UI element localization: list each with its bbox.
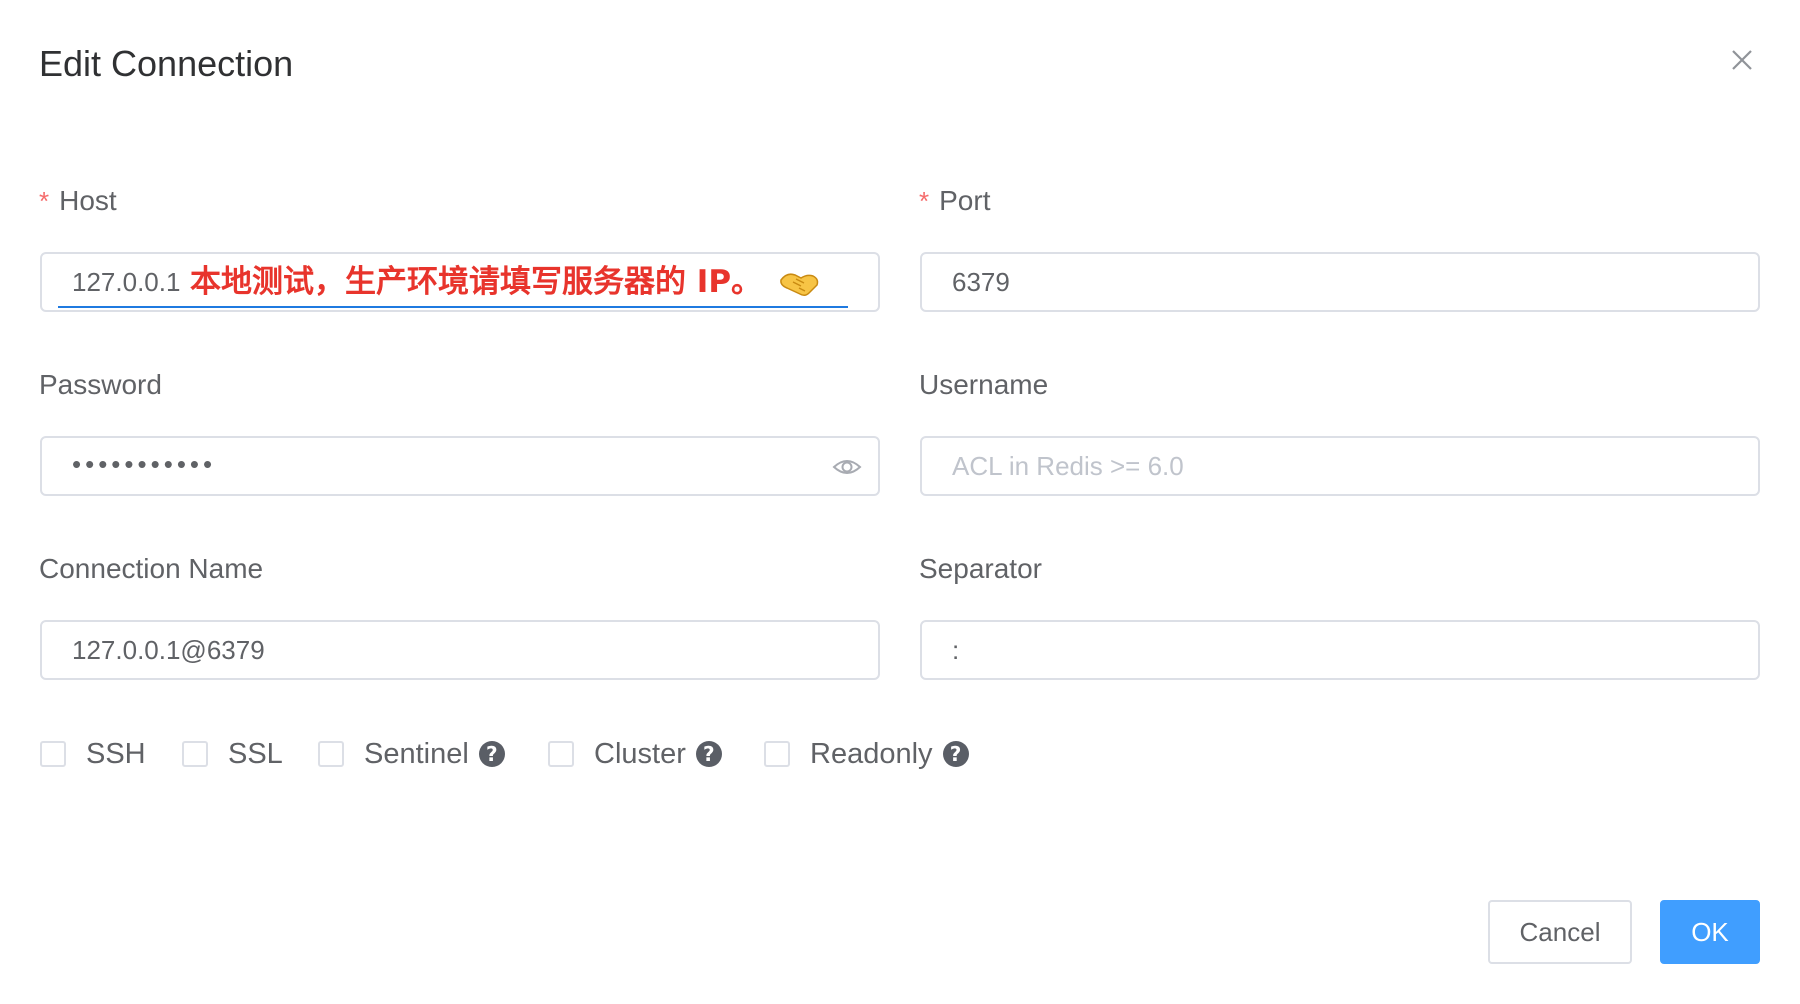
username-input[interactable]: ACL in Redis >= 6.0 xyxy=(920,436,1760,496)
separator-value: : xyxy=(952,635,960,665)
cluster-checkbox[interactable]: Cluster ? xyxy=(548,736,722,772)
question-circle-icon[interactable]: ? xyxy=(478,741,505,767)
checkbox-box[interactable] xyxy=(764,741,790,767)
username-placeholder: ACL in Redis >= 6.0 xyxy=(952,451,1184,481)
cancel-button[interactable]: Cancel xyxy=(1488,900,1632,964)
port-label: * Port xyxy=(919,184,990,218)
handshake-icon xyxy=(780,273,819,297)
edit-connection-dialog: Edit Connection * Host 127.0.0.1 本地测试，生产环… xyxy=(0,0,1800,1004)
required-mark: * xyxy=(919,186,930,216)
port-input-value: 6379 xyxy=(952,267,1010,297)
host-underline xyxy=(58,306,848,308)
checkbox-box[interactable] xyxy=(182,741,208,767)
readonly-checkbox[interactable]: Readonly ? xyxy=(764,736,969,772)
host-label-text: Host xyxy=(59,185,117,216)
checkbox-box[interactable] xyxy=(318,741,344,767)
password-value: ••••••••••• xyxy=(72,449,217,479)
checkbox-box[interactable] xyxy=(40,741,66,767)
checkbox-label: Readonly xyxy=(810,737,933,770)
host-annotation: 本地测试，生产环境请填写服务器的 IP。 xyxy=(190,264,763,300)
port-input[interactable]: 6379 xyxy=(920,252,1760,312)
connection-name-label: Connection Name xyxy=(39,553,264,584)
checkbox-box[interactable] xyxy=(548,741,574,767)
host-input[interactable]: 127.0.0.1 本地测试，生产环境请填写服务器的 IP。 xyxy=(40,252,880,312)
port-label-text: Port xyxy=(939,185,991,216)
sentinel-checkbox[interactable]: Sentinel ? xyxy=(318,736,505,772)
password-input[interactable]: ••••••••••• xyxy=(40,436,880,496)
required-mark: * xyxy=(39,186,50,216)
ok-button[interactable]: OK xyxy=(1660,900,1760,964)
checkbox-label: SSL xyxy=(228,737,283,770)
checkbox-label: Cluster xyxy=(594,737,686,770)
checkbox-label: Sentinel xyxy=(364,737,469,770)
checkbox-label: SSH xyxy=(86,737,146,770)
separator-label: Separator xyxy=(919,553,1042,584)
username-label: Username xyxy=(919,369,1049,400)
eye-icon[interactable] xyxy=(832,452,862,482)
connection-name-value: 127.0.0.1@6379 xyxy=(72,635,265,665)
separator-input[interactable]: : xyxy=(920,620,1760,680)
password-label: Password xyxy=(39,369,162,400)
question-circle-icon[interactable]: ? xyxy=(942,741,969,767)
ssl-checkbox[interactable]: SSL xyxy=(182,736,283,772)
close-icon[interactable] xyxy=(1724,42,1760,78)
host-input-value: 127.0.0.1 xyxy=(72,267,181,297)
dialog-title: Edit Connection xyxy=(39,43,294,84)
host-label: * Host xyxy=(39,184,117,218)
question-circle-icon[interactable]: ? xyxy=(695,741,722,767)
connection-name-input[interactable]: 127.0.0.1@6379 xyxy=(40,620,880,680)
ssh-checkbox[interactable]: SSH xyxy=(40,736,146,772)
